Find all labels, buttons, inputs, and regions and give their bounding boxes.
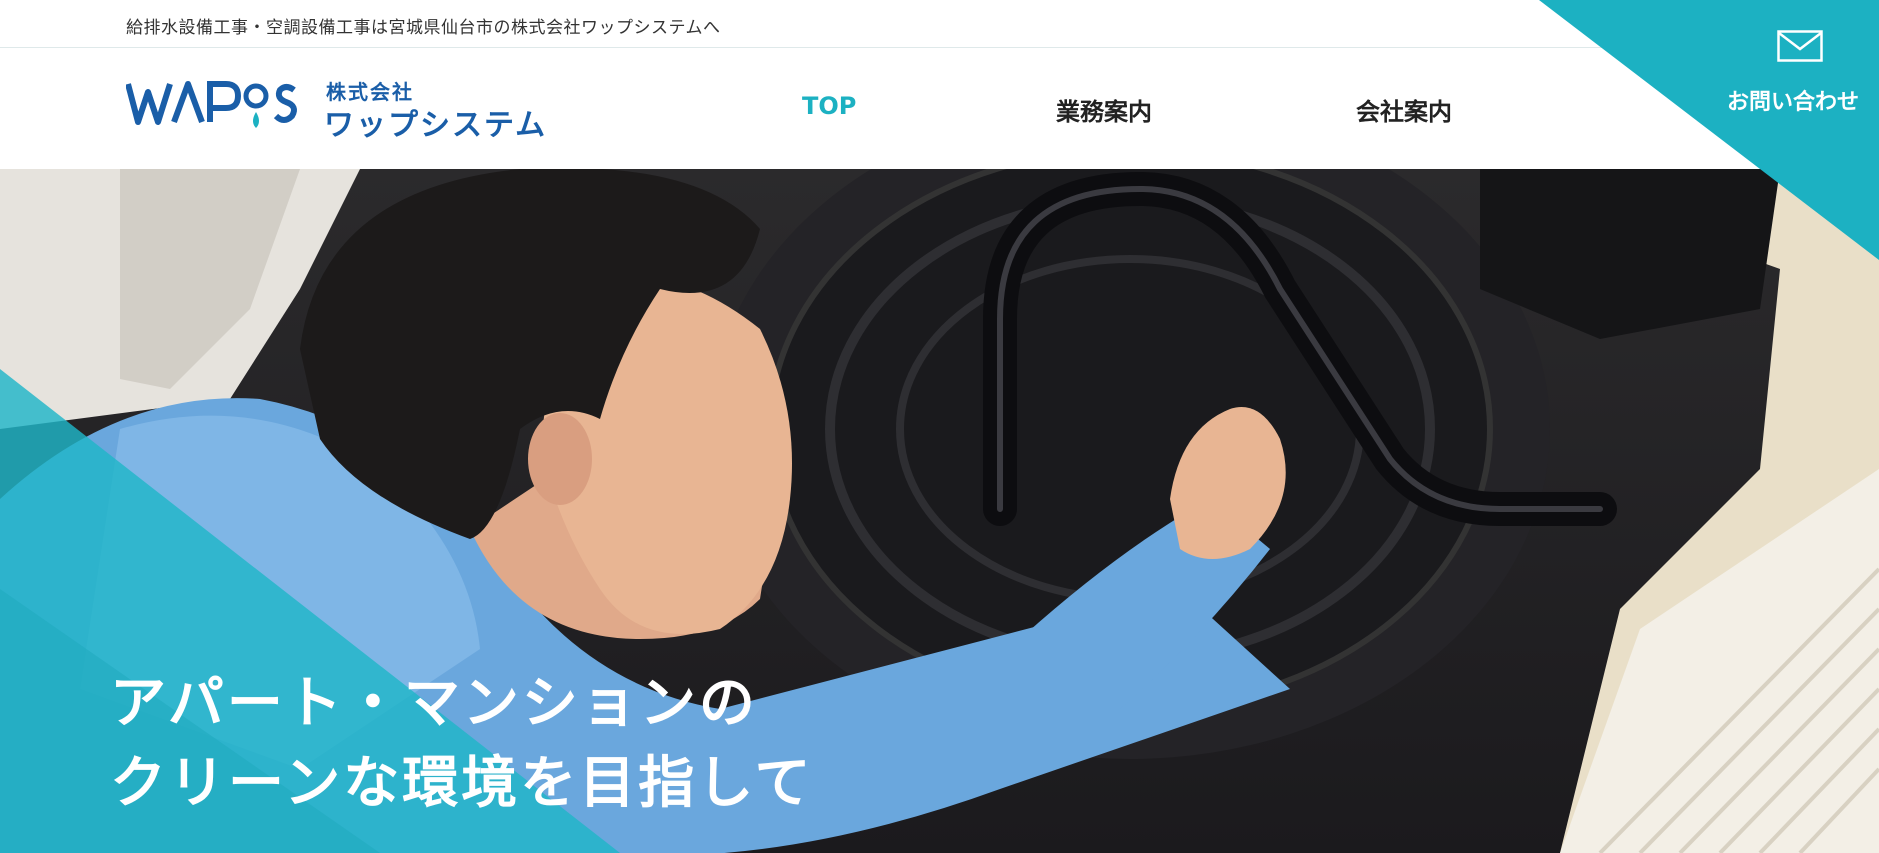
hero-section: アパート・マンションの クリーンな環境を目指して (0, 169, 1879, 853)
main-nav: TOP 業務案内 会社案内 (0, 48, 1600, 169)
nav-item-top[interactable]: TOP (802, 92, 856, 120)
nav-item-company[interactable]: 会社案内 (1356, 92, 1452, 127)
nav-item-services[interactable]: 業務案内 (1056, 92, 1152, 127)
hero-heading-line-2: クリーンな環境を目指して (110, 751, 814, 816)
hero-heading: アパート・マンションの クリーンな環境を目指して (110, 664, 814, 824)
mail-icon (1777, 30, 1823, 62)
hero-heading-line-1: アパート・マンションの (110, 671, 758, 736)
tagline-text: 給排水設備工事・空調設備工事は宮城県仙台市の株式会社ワップシステムへ (126, 18, 721, 38)
contact-label[interactable]: お問い合わせ (1727, 84, 1859, 116)
